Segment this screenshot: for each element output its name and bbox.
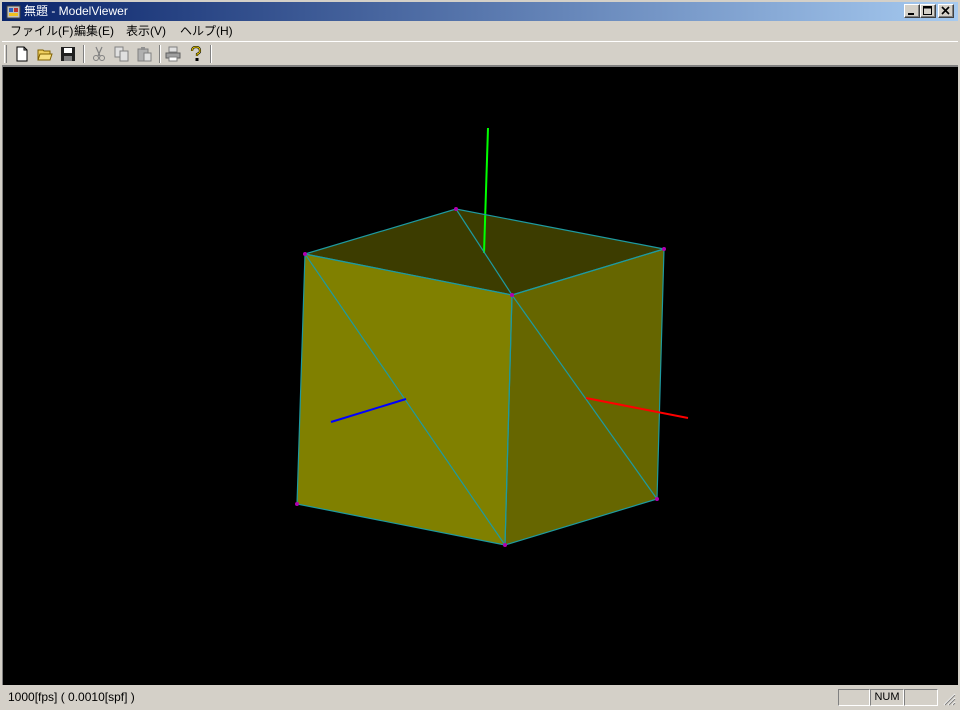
cube-vertex xyxy=(510,293,514,297)
status-pane-num: NUM xyxy=(870,689,904,706)
resize-grip-icon[interactable] xyxy=(942,692,956,706)
cube-vertex xyxy=(655,497,659,501)
status-bar: 1000[fps] ( 0.0010[spf] ) NUM xyxy=(2,686,958,708)
app-window: 無題 - ModelViewer ファイル(F) 編集(E) 表示(V) ヘルプ… xyxy=(0,0,960,710)
cube-vertex xyxy=(303,252,307,256)
status-pane-caps xyxy=(838,689,870,706)
3d-scene[interactable] xyxy=(1,1,960,710)
status-pane-scroll xyxy=(904,689,938,706)
cube-vertex xyxy=(662,247,666,251)
cube-vertex xyxy=(454,207,458,211)
cube-vertex xyxy=(295,502,299,506)
3d-viewport[interactable] xyxy=(2,66,958,685)
status-text: 1000[fps] ( 0.0010[spf] ) xyxy=(8,690,135,704)
cube-vertex xyxy=(503,543,507,547)
